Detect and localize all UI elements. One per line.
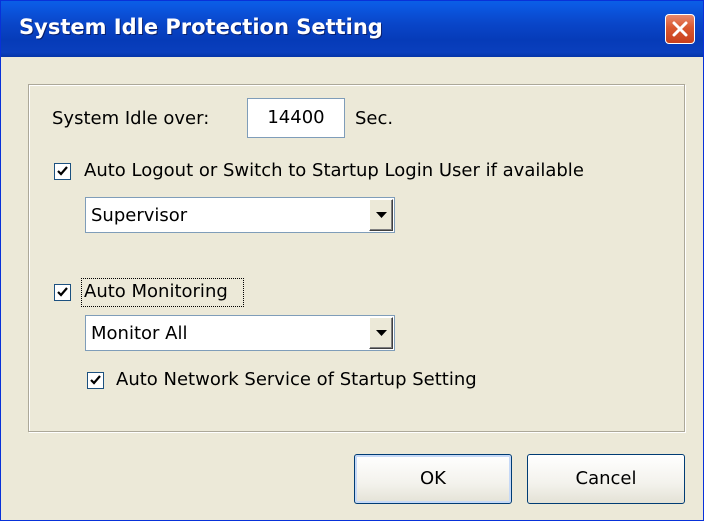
close-icon bbox=[672, 21, 688, 37]
checkmark-icon bbox=[57, 287, 68, 297]
idle-unit-label: Sec. bbox=[355, 108, 394, 129]
idle-seconds-input[interactable]: 14400 bbox=[247, 98, 345, 138]
auto-monitoring-label[interactable]: Auto Monitoring bbox=[84, 281, 228, 302]
network-service-label[interactable]: Auto Network Service of Startup Setting bbox=[116, 369, 477, 390]
checkmark-icon bbox=[57, 166, 68, 176]
ok-button[interactable]: OK bbox=[354, 454, 512, 504]
auto-logout-checkbox[interactable] bbox=[54, 163, 71, 180]
login-user-select[interactable]: Supervisor bbox=[85, 197, 395, 233]
cancel-button[interactable]: Cancel bbox=[527, 454, 685, 504]
login-user-select-value: Supervisor bbox=[91, 205, 188, 226]
close-button[interactable] bbox=[665, 14, 695, 44]
network-service-checkbox[interactable] bbox=[87, 372, 104, 389]
window-title: System Idle Protection Setting bbox=[19, 15, 383, 39]
chevron-down-icon bbox=[376, 212, 387, 218]
monitor-mode-select-value: Monitor All bbox=[91, 323, 188, 344]
monitor-mode-dropdown-button[interactable] bbox=[369, 317, 393, 349]
title-bar[interactable]: System Idle Protection Setting bbox=[1, 1, 703, 57]
idle-label: System Idle over: bbox=[52, 108, 210, 129]
auto-logout-label[interactable]: Auto Logout or Switch to Startup Login U… bbox=[84, 160, 584, 181]
dialog-window: System Idle Protection Setting System Id… bbox=[0, 0, 704, 521]
chevron-down-icon bbox=[376, 330, 387, 336]
auto-monitoring-checkbox[interactable] bbox=[54, 284, 71, 301]
login-user-dropdown-button[interactable] bbox=[369, 199, 393, 231]
monitor-mode-select[interactable]: Monitor All bbox=[85, 315, 395, 351]
checkmark-icon bbox=[90, 375, 101, 385]
